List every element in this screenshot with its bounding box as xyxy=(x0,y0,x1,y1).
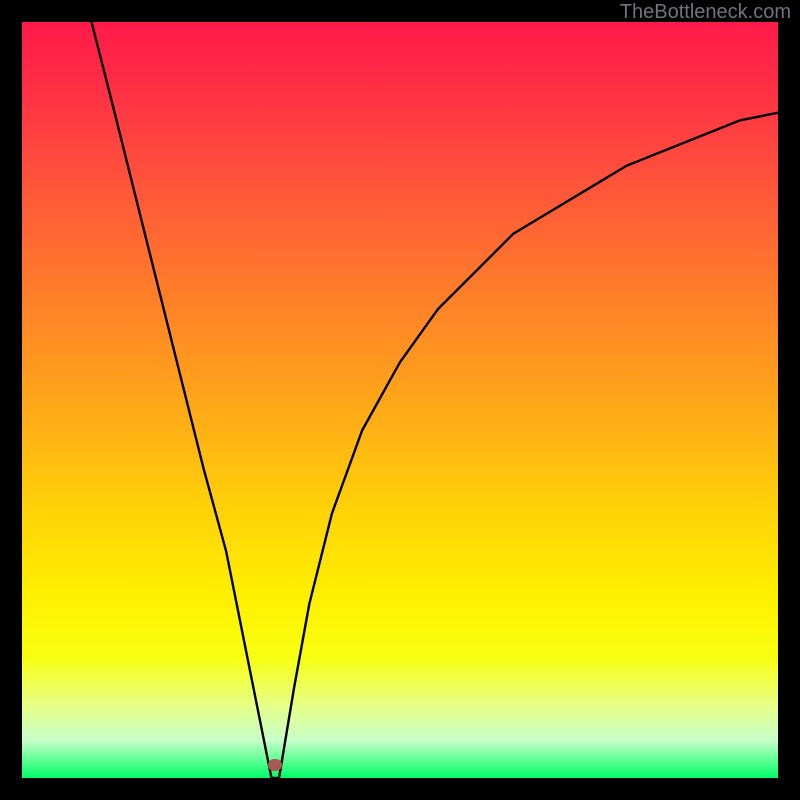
plot-frame xyxy=(22,22,778,778)
optimum-marker xyxy=(268,759,282,771)
attribution-text: TheBottleneck.com xyxy=(620,1,791,24)
gradient-plot-area xyxy=(22,22,778,778)
